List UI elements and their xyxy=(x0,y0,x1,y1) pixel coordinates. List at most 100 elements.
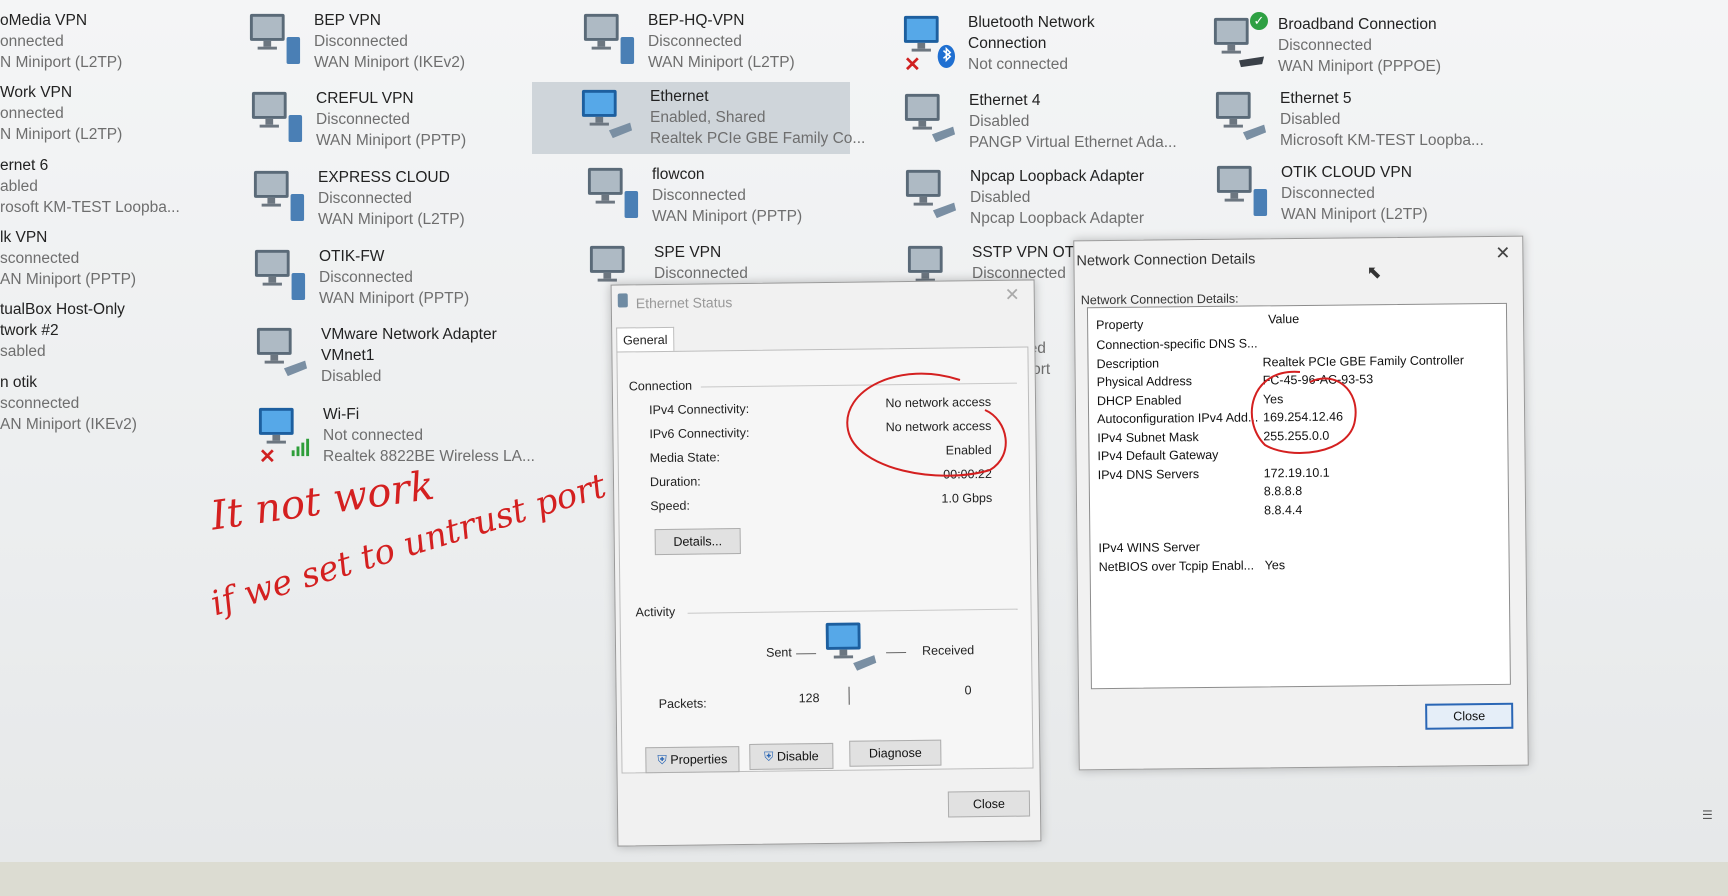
network-activity-icon xyxy=(825,622,877,671)
speed-label: Speed: xyxy=(650,498,690,514)
connection-device: Npcap Loopback Adapter xyxy=(970,210,1145,227)
media-state-value: Enabled xyxy=(945,442,992,458)
connection-device: AN Miniport (IKEv2) xyxy=(0,416,137,433)
close-icon[interactable]: ✕ xyxy=(1495,243,1510,264)
connection-name: n otik xyxy=(0,374,38,391)
connection-group-label: Connection xyxy=(628,378,693,394)
connection-bep-hq-vpn[interactable]: BEP-HQ-VPN Disconnected WAN Miniport (L2… xyxy=(578,6,878,76)
shield-icon: ⛨ xyxy=(763,749,774,764)
connection-device: PANGP Virtual Ethernet Ada... xyxy=(969,134,1177,151)
network-connection-details-dialog: Network Connection Details ✕ ⬉ Network C… xyxy=(1073,235,1529,771)
connection-broadband[interactable]: ✓ Broadband Connection Disconnected WAN … xyxy=(1208,10,1508,80)
ethernet-adapter-icon xyxy=(581,89,633,139)
connection-device: WAN Miniport (PPPOE) xyxy=(1278,58,1442,75)
property-cell: IPv4 WINS Server xyxy=(1098,540,1200,556)
shield-icon: ⛨ xyxy=(657,752,667,768)
connection-status: Enabled, Shared xyxy=(650,109,766,126)
connection-ethernet-5[interactable]: Ethernet 5 Disabled Microsoft KM-TEST Lo… xyxy=(1210,84,1510,154)
packets-received-value: 0 xyxy=(964,683,972,698)
details-table[interactable]: Property Value Connection-specific DNS S… xyxy=(1086,302,1511,690)
connection-device: Realtek PCIe GBE Family Co... xyxy=(650,130,866,147)
connection-name: VMware Network Adapter xyxy=(321,326,497,343)
speed-value: 1.0 Gbps xyxy=(941,490,993,506)
connection-spe-vpn[interactable]: SPE VPN Disconnected xyxy=(584,238,884,282)
connection-name: flowcon xyxy=(652,166,705,183)
packets-sent-value: 128 xyxy=(798,691,820,706)
property-cell: DHCP Enabled xyxy=(1096,392,1182,408)
ethernet-adapter-icon xyxy=(1215,91,1267,141)
connection-name: CREFUL VPN xyxy=(316,90,414,107)
connection-name: Broadband Connection xyxy=(1278,16,1437,33)
connection-vmware-adapter[interactable]: VMware Network Adapter VMnet1 Disabled xyxy=(251,320,551,390)
connection-bep-vpn[interactable]: BEP VPN Disconnected WAN Miniport (IKEv2… xyxy=(244,6,544,76)
connection-creful-vpn[interactable]: CREFUL VPN Disconnected WAN Miniport (PP… xyxy=(246,84,546,154)
ethernet-status-dialog: Ethernet Status ✕ General Connection IPv… xyxy=(610,279,1042,847)
vpn-icon xyxy=(587,167,639,219)
connection-name: Ethernet xyxy=(650,88,709,105)
connection-status: Not connected xyxy=(323,427,423,444)
properties-button[interactable]: ⛨ Properties xyxy=(645,746,740,774)
vpn-icon xyxy=(583,13,635,65)
connection-name: Ethernet 5 xyxy=(1280,90,1352,107)
ethernet-adapter-icon xyxy=(904,93,956,143)
connection-name: tualBox Host-Only xyxy=(0,301,125,318)
connection-name: OTIK CLOUD VPN xyxy=(1281,164,1412,181)
connection-status: Disconnected xyxy=(654,265,748,282)
diagnose-button[interactable]: Diagnose xyxy=(849,739,942,767)
value-column-header: Value xyxy=(1268,312,1300,327)
ethernet-close-button[interactable]: Close xyxy=(947,790,1031,818)
ipv4-connectivity-value: No network access xyxy=(885,394,992,411)
property-cell: Physical Address xyxy=(1096,374,1192,390)
connection-status: Disconnected xyxy=(319,269,413,286)
connection-flowcon[interactable]: flowcon Disconnected WAN Miniport (PPTP) xyxy=(582,160,882,230)
connection-express-cloud[interactable]: EXPRESS CLOUD Disconnected WAN Miniport … xyxy=(248,163,548,233)
connection-npcap-loopback[interactable]: Npcap Loopback Adapter Disabled Npcap Lo… xyxy=(900,162,1200,232)
property-cell: IPv4 DNS Servers xyxy=(1097,466,1200,482)
disable-button[interactable]: ⛨ Disable xyxy=(749,742,834,770)
value-cell: FC-45-96-AC-93-53 xyxy=(1262,372,1374,388)
connection-status: twork #2 xyxy=(0,322,59,339)
value-cell: 8.8.8.8 xyxy=(1263,483,1303,499)
connection-status: VMnet1 xyxy=(321,347,375,364)
connection-device: WAN Miniport (PPTP) xyxy=(316,132,467,149)
connection-bluetooth[interactable]: ✕ Bluetooth Network Connection Not conne… xyxy=(898,8,1198,78)
details-button[interactable]: Details... xyxy=(654,528,741,556)
connection-name: Bluetooth Network xyxy=(968,14,1095,31)
disconnected-x-icon: ✕ xyxy=(904,54,921,76)
activity-divider xyxy=(848,686,850,705)
connection-name: Npcap Loopback Adapter xyxy=(970,168,1145,185)
connection-status: Disconnected xyxy=(314,33,408,50)
connection-otik-cloud-vpn[interactable]: OTIK CLOUD VPN Disconnected WAN Miniport… xyxy=(1211,158,1511,228)
connection-otik-fw[interactable]: OTIK-FW Disconnected WAN Miniport (PPTP) xyxy=(249,242,549,312)
tab-general[interactable]: General xyxy=(616,326,675,353)
connection-ethernet[interactable]: Ethernet Enabled, Shared Realtek PCIe GB… xyxy=(532,82,865,154)
connection-status: sconnected xyxy=(0,395,80,412)
property-cell: IPv4 Default Gateway xyxy=(1097,447,1219,464)
connection-name: Work VPN xyxy=(0,84,73,101)
connection-wifi[interactable]: ✕ Wi-Fi Not connected Realtek 8822BE Wir… xyxy=(253,400,553,470)
media-state-label: Media State: xyxy=(649,450,720,466)
property-cell: Description xyxy=(1096,355,1160,371)
vpn-icon xyxy=(254,249,306,301)
vpn-icon xyxy=(249,13,301,65)
details-close-button[interactable]: Close xyxy=(1425,702,1514,730)
connection-name: Wi-Fi xyxy=(323,406,360,423)
mouse-cursor-icon: ⬉ xyxy=(1366,262,1382,283)
connection-device: WAN Miniport (L2TP) xyxy=(1281,206,1428,223)
vpn-icon xyxy=(1216,165,1268,217)
close-icon[interactable]: ✕ xyxy=(1005,285,1020,306)
value-cell: Realtek PCIe GBE Family Controller xyxy=(1262,352,1465,369)
ethernet-adapter-icon xyxy=(905,169,957,219)
connection-status: Disconnected xyxy=(648,33,742,50)
disable-button-label: Disable xyxy=(776,749,819,764)
connection-status: onnected xyxy=(0,105,64,122)
connection-name: SSTP VPN OTIK xyxy=(972,244,1089,261)
connection-status: Disabled xyxy=(969,113,1030,130)
screen-bezel xyxy=(0,862,1728,896)
duration-label: Duration: xyxy=(649,474,701,490)
taskbar-menu-icon[interactable]: ☰ xyxy=(1702,808,1720,822)
connection-ethernet-4[interactable]: Ethernet 4 Disabled PANGP Virtual Ethern… xyxy=(899,86,1199,156)
value-cell: 169.254.12.46 xyxy=(1263,409,1344,425)
packets-label: Packets: xyxy=(658,696,707,712)
connection-device: WAN Miniport (L2TP) xyxy=(648,54,795,71)
